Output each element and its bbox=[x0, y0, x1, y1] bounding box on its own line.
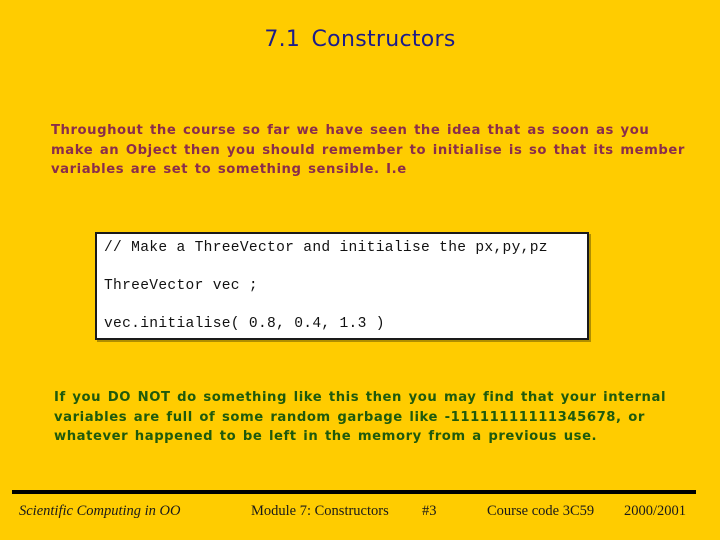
warning-paragraph: If you DO NOT do something like this the… bbox=[54, 388, 694, 447]
footer-module: Module 7: Constructors bbox=[251, 503, 389, 519]
intro-paragraph: Throughout the course so far we have see… bbox=[51, 121, 691, 180]
warning-line: whatever happened to be left in the memo… bbox=[54, 429, 598, 444]
footer-course-name: Scientific Computing in OO bbox=[19, 503, 181, 519]
intro-line: variables are set to something sensible.… bbox=[51, 162, 407, 177]
code-declaration-line: ThreeVector vec ; bbox=[104, 278, 258, 294]
code-initialise-line: vec.initialise( 0.8, 0.4, 1.3 ) bbox=[104, 316, 385, 332]
warning-line: variables are full of some random garbag… bbox=[54, 409, 645, 425]
footer-course-code: Course code 3C59 bbox=[487, 503, 595, 519]
slide-title: 7.1 Constructors bbox=[264, 27, 456, 52]
footer-slide-number: #3 bbox=[422, 503, 437, 519]
code-comment-line: // Make a ThreeVector and initialise the… bbox=[104, 240, 548, 256]
code-block: // Make a ThreeVector and initialise the… bbox=[95, 232, 589, 340]
intro-line: Throughout the course so far we have see… bbox=[51, 123, 650, 138]
warning-line: If you DO NOT do something like this the… bbox=[54, 390, 667, 405]
intro-line: make an Object then you should remember … bbox=[51, 142, 685, 158]
footer-year: 2000/2001 bbox=[624, 503, 687, 519]
footer-divider bbox=[12, 490, 696, 494]
